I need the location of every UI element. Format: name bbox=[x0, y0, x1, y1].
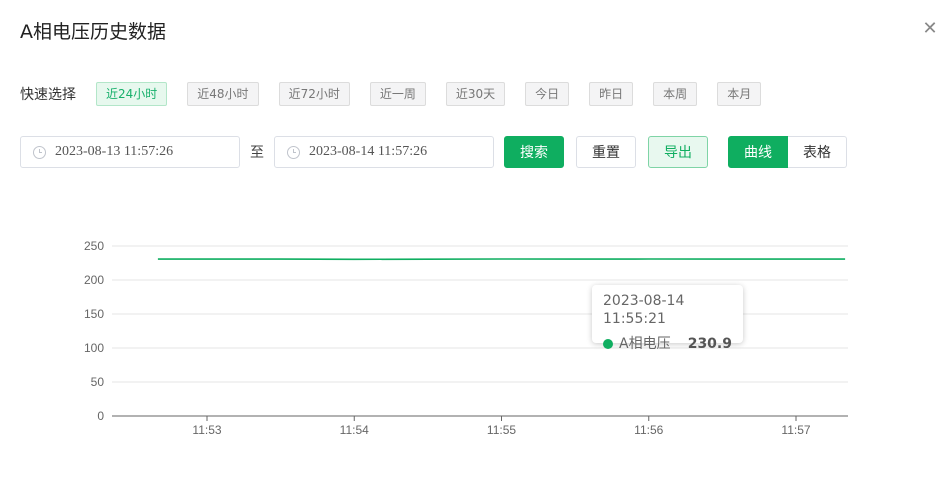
end-datetime-input[interactable]: 2023-08-14 11:57:26 bbox=[274, 136, 494, 168]
quick-option-24h[interactable]: 近24小时 bbox=[96, 81, 168, 106]
clock-icon bbox=[33, 145, 46, 159]
view-curve-button[interactable]: 曲线 bbox=[728, 136, 788, 168]
y-tick-label: 50 bbox=[91, 375, 105, 389]
clock-icon bbox=[287, 145, 300, 159]
filter-row: 2023-08-13 11:57:26 至 2023-08-14 11:57:2… bbox=[20, 136, 847, 168]
end-datetime-value: 2023-08-14 11:57:26 bbox=[309, 144, 428, 159]
quick-option-this-month[interactable]: 本月 bbox=[717, 81, 762, 106]
x-tick-label: 11:56 bbox=[634, 423, 663, 437]
x-tick-label: 11:55 bbox=[487, 423, 516, 437]
start-datetime-input[interactable]: 2023-08-13 11:57:26 bbox=[20, 136, 240, 168]
chart-svg: 0 50 100 150 200 250 11:53 11:54 11:55 11:56 11:57 bbox=[84, 239, 848, 437]
quick-option-yesterday[interactable]: 昨日 bbox=[589, 81, 634, 106]
quick-option-48h[interactable]: 近48小时 bbox=[187, 81, 259, 106]
close-icon[interactable]: ✕ bbox=[921, 20, 939, 38]
x-tick-label: 11:54 bbox=[340, 423, 369, 437]
quick-option-today[interactable]: 今日 bbox=[525, 81, 570, 106]
y-tick-label: 0 bbox=[97, 409, 104, 423]
search-button[interactable]: 搜索 bbox=[504, 136, 564, 168]
view-table-button[interactable]: 表格 bbox=[788, 136, 847, 168]
tooltip-series-name: A相电压 bbox=[619, 336, 671, 352]
chart-tooltip: 2023-08-14 11:55:21 A相电压 230.9 bbox=[592, 285, 743, 352]
view-toggle: 曲线 表格 bbox=[728, 136, 847, 168]
y-tick-label: 250 bbox=[84, 239, 104, 253]
quick-select-row: 快速选择 近24小时 近48小时 近72小时 近一周 近30天 今日 昨日 本周… bbox=[20, 81, 781, 106]
quick-option-30d[interactable]: 近30天 bbox=[445, 81, 506, 106]
range-separator: 至 bbox=[250, 145, 264, 161]
tooltip-value: 230.9 bbox=[687, 336, 732, 352]
quick-option-week[interactable]: 近一周 bbox=[369, 81, 426, 106]
reset-button[interactable]: 重置 bbox=[576, 136, 636, 168]
tooltip-time: 2023-08-14 11:55:21 bbox=[603, 293, 685, 327]
series-marker bbox=[603, 339, 613, 349]
y-tick-label: 150 bbox=[84, 307, 104, 321]
y-tick-label: 200 bbox=[84, 273, 104, 287]
quick-option-this-week[interactable]: 本周 bbox=[653, 81, 698, 106]
x-tick-label: 11:53 bbox=[192, 423, 221, 437]
y-tick-label: 100 bbox=[84, 341, 104, 355]
dialog-title: A相电压历史数据 bbox=[20, 21, 166, 43]
x-tick-label: 11:57 bbox=[781, 423, 810, 437]
voltage-chart[interactable]: 0 50 100 150 200 250 11:53 11:54 11:55 11:56 11:57 bbox=[0, 230, 951, 450]
quick-select-label: 快速选择 bbox=[20, 86, 76, 103]
quick-option-72h[interactable]: 近72小时 bbox=[278, 81, 350, 106]
start-datetime-value: 2023-08-13 11:57:26 bbox=[55, 144, 174, 159]
export-button[interactable]: 导出 bbox=[648, 136, 708, 168]
